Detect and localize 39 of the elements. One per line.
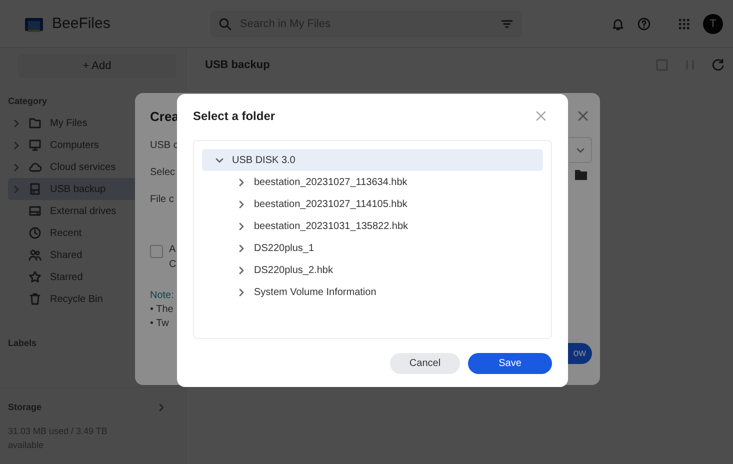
people-icon <box>28 248 42 262</box>
folder-icon[interactable] <box>574 169 588 181</box>
refresh-icon[interactable] <box>711 58 725 72</box>
save-button[interactable]: Save <box>468 353 552 374</box>
tree-item[interactable]: DS220plus_2.hbk <box>202 259 543 281</box>
bullet-item: • Tw <box>150 318 170 329</box>
monitor-icon <box>28 138 42 152</box>
tree-item[interactable]: beestation_20231027_113634.hbk <box>202 171 543 193</box>
close-icon[interactable] <box>536 111 546 121</box>
folder-icon <box>28 116 42 130</box>
bullet-item: • The <box>150 304 174 315</box>
dropdown-field[interactable] <box>569 137 592 163</box>
drive-icon <box>28 182 42 196</box>
help-icon[interactable] <box>637 16 651 30</box>
search-icon <box>218 16 232 30</box>
tree-item[interactable]: DS220plus_1 <box>202 237 543 259</box>
tree-item[interactable]: beestation_20231031_135822.hbk <box>202 215 543 237</box>
drive-icon <box>28 204 42 218</box>
app-name: BeeFiles <box>52 15 110 32</box>
trash-icon <box>28 292 42 306</box>
tree-item[interactable]: System Volume Information <box>202 281 543 303</box>
clock-icon <box>28 226 42 240</box>
checkbox-label: A <box>169 244 176 257</box>
dialog-title: Select a folder <box>193 109 276 123</box>
apps-grid-icon[interactable] <box>677 16 691 30</box>
note-label: Note: <box>150 290 175 301</box>
page-title: USB backup <box>205 59 270 71</box>
field-label: Selec <box>150 167 176 180</box>
checkbox-label: C <box>169 259 176 272</box>
logo-icon <box>24 16 44 32</box>
star-icon <box>28 270 42 284</box>
user-avatar[interactable]: T <box>703 14 723 34</box>
tree-item[interactable]: USB DISK 3.0 <box>202 149 543 171</box>
tree-item[interactable]: beestation_20231027_114105.hbk <box>202 193 543 215</box>
close-icon[interactable] <box>578 111 588 121</box>
bell-icon[interactable] <box>611 16 625 30</box>
cancel-button[interactable]: Cancel <box>390 353 460 374</box>
checkbox[interactable] <box>150 245 163 258</box>
cloud-icon <box>28 160 42 174</box>
